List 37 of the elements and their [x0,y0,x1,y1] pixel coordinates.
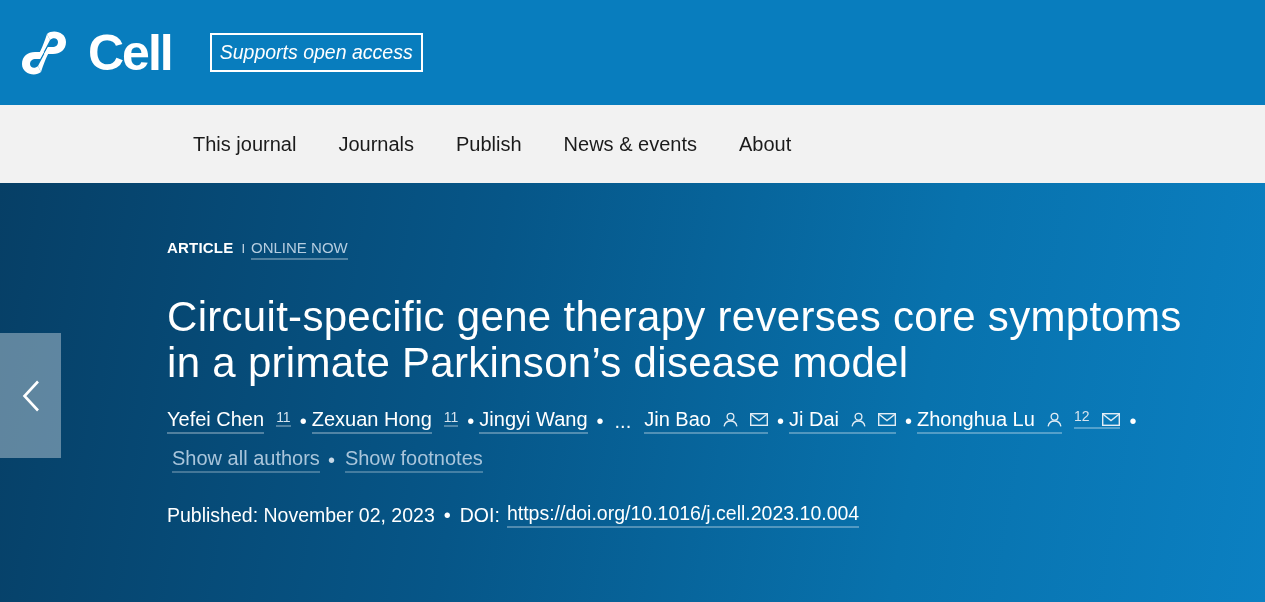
article-type-label: ARTICLE [167,239,234,257]
bullet-separator: • [1129,408,1137,433]
online-now-link[interactable]: ONLINE NOW [251,239,348,260]
nav-link[interactable]: Journals [338,132,414,156]
author-link[interactable]: Zhonghua Lu [917,407,1062,434]
doi-link[interactable]: https://doi.org/10.1016/j.cell.2023.10.004 [506,501,860,528]
bullet-separator: • [596,408,604,433]
footnote-link[interactable]: 12 [1073,412,1121,429]
nav-link[interactable]: Publish [456,132,522,156]
bullet-separator: • [327,447,335,472]
author-link[interactable]: Yefei Chen [167,407,265,434]
bullet-separator: • [776,408,784,433]
logo-icon [20,29,68,76]
footnote-link[interactable]: 11 [443,414,459,427]
article-title: Circuit-specific gene therapy reverses core symptoms in a primate Parkinson’s disease model [167,294,1183,386]
published-date: Published: November 02, 2023 [167,502,435,527]
show-link[interactable]: Show all authors [172,446,320,473]
show-link[interactable]: Show footnotes [344,446,483,473]
previous-button[interactable] [0,333,61,458]
bullet-separator: • [443,502,451,527]
logo-wordmark: Cell [88,27,172,78]
author-link[interactable]: Ji Dai [788,407,896,434]
author-link[interactable]: Jingyi Wang [479,407,588,434]
doi-label: DOI: [459,502,500,527]
divider-text: I [241,240,246,258]
nav-link[interactable]: This journal [193,132,297,156]
nav-link[interactable]: News & events [563,132,697,156]
bullet-separator: • [904,408,912,433]
author-link[interactable]: Jin Bao [644,407,768,434]
author-link[interactable]: Zexuan Hong [311,407,432,434]
bullet-separator: • [467,408,475,433]
ellipsis-text: ... [614,408,632,433]
chevron-left-icon [21,379,40,412]
bullet-separator: • [299,408,307,433]
footnote-link[interactable]: 11 [276,414,291,427]
open-access-badge: Supports open access [209,33,423,72]
nav-link[interactable]: About [739,132,792,156]
